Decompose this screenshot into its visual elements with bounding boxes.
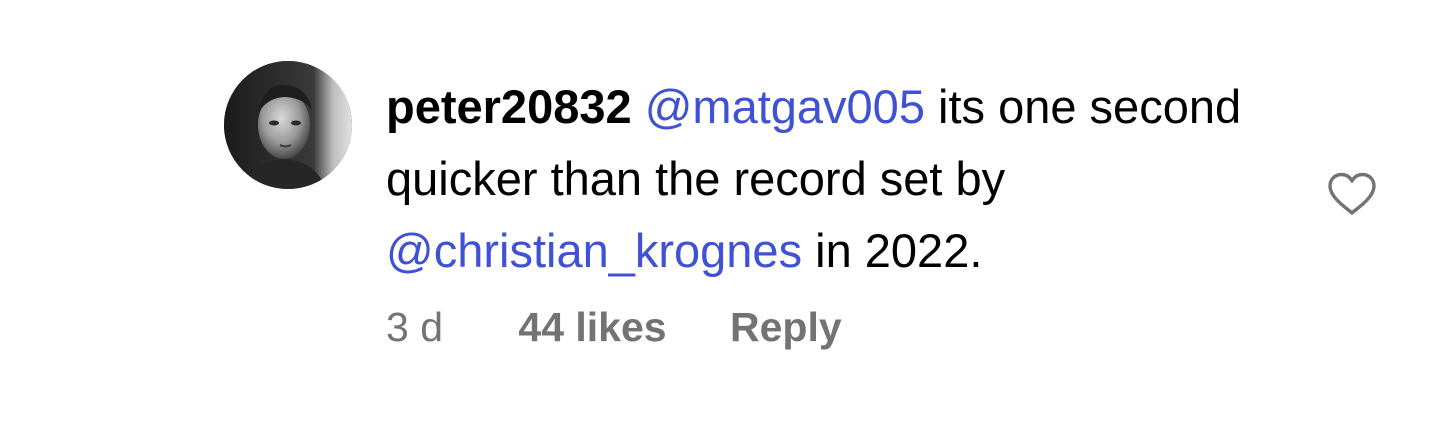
avatar[interactable] <box>224 61 352 189</box>
comment-text: peter20832 @matgav005 its one second qui… <box>386 71 1286 287</box>
comment-meta: 3 d 44 likes Reply <box>386 302 842 352</box>
mention-link[interactable]: @christian_krognes <box>386 224 802 277</box>
comment-body-part-2: in 2022. <box>802 224 983 277</box>
like-button[interactable] <box>1326 171 1378 217</box>
avatar-image <box>224 61 352 189</box>
comment: peter20832 @matgav005 its one second qui… <box>0 0 1439 426</box>
mention-link[interactable]: @matgav005 <box>645 80 925 133</box>
reply-button[interactable]: Reply <box>730 302 842 352</box>
heart-outline-icon <box>1328 172 1376 215</box>
likes-count[interactable]: 44 likes <box>518 302 666 352</box>
comment-timestamp: 3 d <box>386 304 443 350</box>
comment-username[interactable]: peter20832 <box>386 80 632 133</box>
